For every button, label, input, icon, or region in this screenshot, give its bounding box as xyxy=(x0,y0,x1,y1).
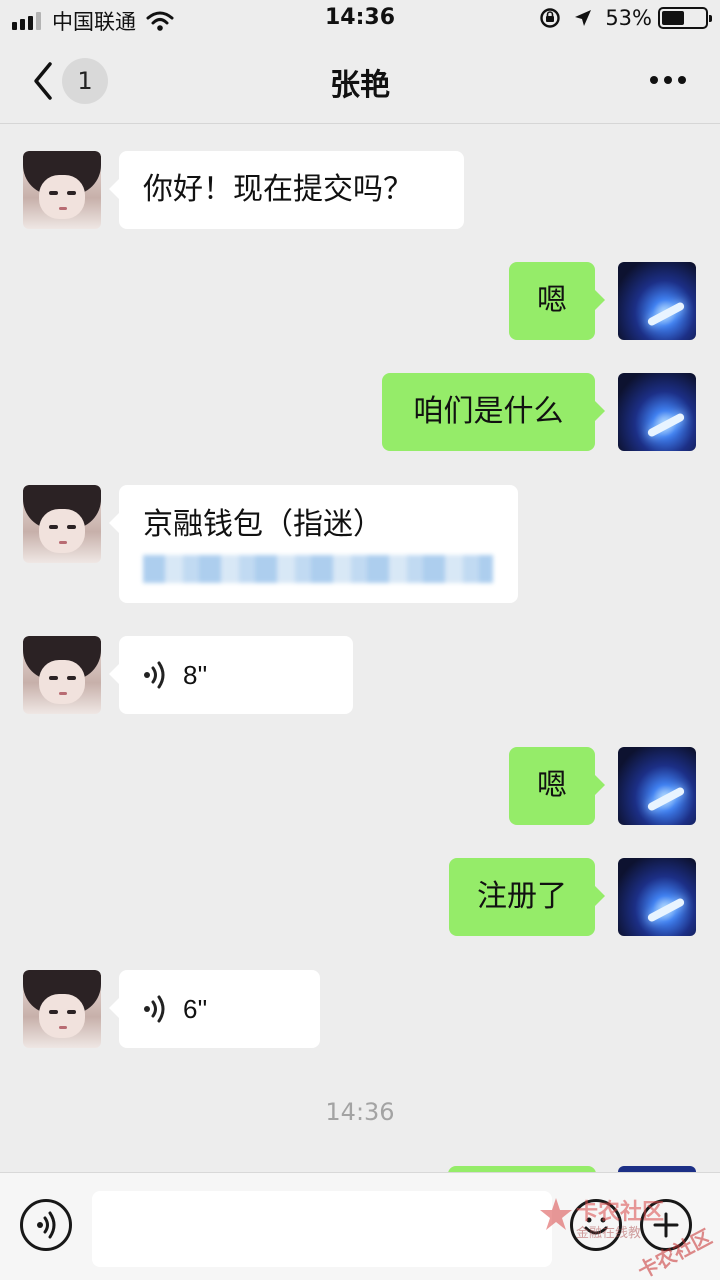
message-timestamp: 14:36 xyxy=(325,1098,395,1126)
input-bar xyxy=(0,1172,720,1280)
self-avatar[interactable] xyxy=(618,373,696,451)
voice-message-bubble[interactable]: 6'' xyxy=(109,970,320,1048)
message-bubble-link[interactable]: 京融钱包（指迷） xyxy=(109,485,518,603)
status-bar: 中国联通 14:36 53% xyxy=(0,0,720,40)
status-right: 53% xyxy=(539,6,712,30)
battery-icon xyxy=(658,7,712,29)
battery-percent: 53% xyxy=(605,6,652,30)
smiley-face-icon xyxy=(584,1217,608,1235)
plus-icon[interactable] xyxy=(640,1199,692,1251)
message-text: 嗯 xyxy=(537,283,567,318)
voice-wave-icon xyxy=(144,995,165,1023)
blurred-link[interactable] xyxy=(143,555,493,583)
voice-duration: 8'' xyxy=(183,660,208,690)
voice-wave-icon xyxy=(37,1211,56,1239)
self-avatar[interactable] xyxy=(618,262,696,340)
message-text: 京融钱包（指迷） xyxy=(143,507,383,542)
message-bubble-outgoing[interactable]: 注册了 xyxy=(449,858,605,936)
message-bubble-outgoing[interactable]: 嗯 xyxy=(509,747,605,825)
message-input[interactable] xyxy=(92,1191,552,1267)
self-avatar[interactable] xyxy=(618,858,696,936)
plus-glyph-icon xyxy=(653,1212,679,1238)
message-bubble-outgoing[interactable]: 嗯 xyxy=(509,262,605,340)
contact-avatar[interactable] xyxy=(23,151,101,229)
chat-header: 1 张艳 xyxy=(0,40,720,124)
contact-avatar[interactable] xyxy=(23,485,101,563)
message-text: 注册了 xyxy=(477,879,567,914)
message-text: 你好！现在提交吗？ xyxy=(143,172,413,207)
battery-fill xyxy=(662,11,685,25)
voice-message-bubble[interactable]: 8'' xyxy=(109,636,353,714)
more-dots-icon[interactable] xyxy=(644,76,686,84)
voice-wave-icon xyxy=(144,661,165,689)
chat-title: 张艳 xyxy=(330,68,390,103)
contact-avatar[interactable] xyxy=(23,970,101,1048)
message-bubble-outgoing[interactable]: 咱们是什么 xyxy=(382,373,605,451)
contact-avatar[interactable] xyxy=(23,636,101,714)
voice-duration: 6'' xyxy=(183,994,208,1024)
self-avatar[interactable] xyxy=(618,747,696,825)
voice-icon[interactable] xyxy=(20,1199,72,1251)
location-icon xyxy=(575,10,592,26)
message-text: 嗯 xyxy=(537,768,567,803)
orientation-lock-icon xyxy=(540,8,561,28)
emoji-icon[interactable] xyxy=(570,1199,622,1251)
message-text: 咱们是什么 xyxy=(413,394,564,429)
message-bubble-incoming[interactable]: 你好！现在提交吗？ xyxy=(109,151,464,229)
